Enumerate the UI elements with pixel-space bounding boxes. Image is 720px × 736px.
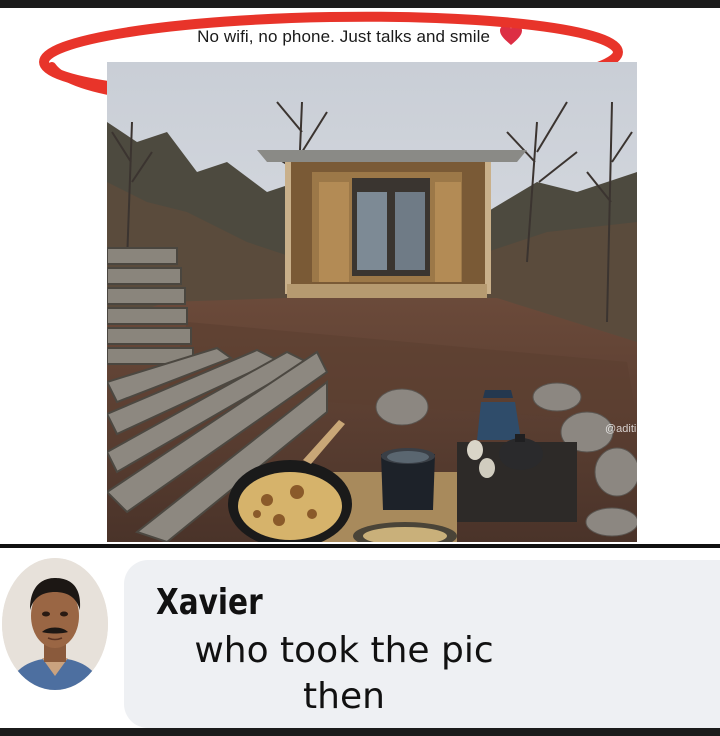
- photo-watermark: @aditi: [605, 423, 637, 435]
- bottom-border: [0, 728, 720, 736]
- heart-icon: [499, 25, 522, 45]
- comment-text: who took the pic then: [194, 630, 494, 717]
- top-border: [0, 0, 720, 8]
- post-photo: @aditi: [107, 62, 637, 542]
- comment-author[interactable]: Xavier: [156, 582, 263, 623]
- avatar-portrait: [2, 558, 108, 690]
- post-caption: No wifi, no phone. Just talks and smile: [0, 24, 720, 47]
- cabin-scene-image: [107, 62, 637, 542]
- caption-text: No wifi, no phone. Just talks and smile: [197, 27, 491, 46]
- commenter-avatar[interactable]: [2, 558, 108, 690]
